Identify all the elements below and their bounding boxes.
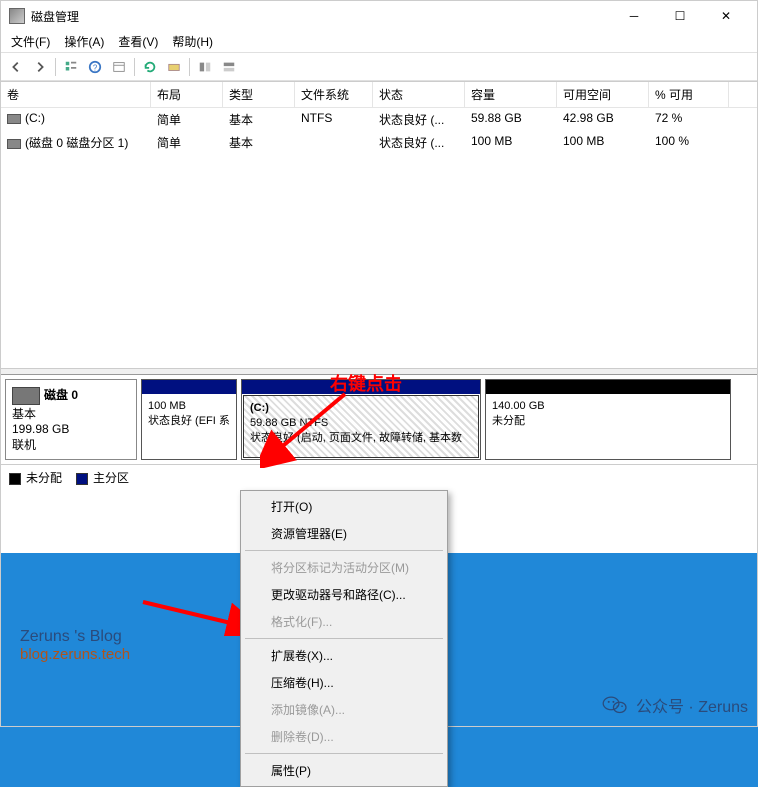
partition-header bbox=[242, 380, 480, 394]
cell-free: 100 MB bbox=[557, 132, 649, 153]
partition-status: 状态良好 (启动, 页面文件, 故障转储, 基本数 bbox=[250, 431, 472, 446]
legend: 未分配 主分区 bbox=[1, 464, 757, 490]
disk-size: 199.98 GB bbox=[12, 422, 130, 436]
toolbar: ? bbox=[1, 53, 757, 81]
legend-item: 未分配 bbox=[9, 469, 62, 486]
partition-size: 140.00 GB bbox=[492, 399, 724, 414]
volume-icon bbox=[7, 114, 21, 124]
cell-free: 42.98 GB bbox=[557, 109, 649, 130]
ctx-open[interactable]: 打开(O) bbox=[243, 493, 445, 520]
partition-header bbox=[142, 380, 236, 394]
cell-status: 状态良好 (... bbox=[373, 109, 465, 130]
nav-forward-button[interactable] bbox=[29, 56, 51, 78]
legend-item: 主分区 bbox=[76, 469, 129, 486]
nav-back-button[interactable] bbox=[5, 56, 27, 78]
disk-icon bbox=[12, 387, 40, 405]
cell-fs bbox=[295, 132, 373, 153]
cell-type: 基本 bbox=[223, 109, 295, 130]
toolbar-layout2-button[interactable] bbox=[218, 56, 240, 78]
legend-label: 主分区 bbox=[93, 471, 129, 485]
table-row[interactable]: (磁盘 0 磁盘分区 1) 简单 基本 状态良好 (... 100 MB 100… bbox=[1, 131, 757, 154]
toolbar-layout1-button[interactable] bbox=[194, 56, 216, 78]
cell-layout: 简单 bbox=[151, 109, 223, 130]
th-capacity[interactable]: 容量 bbox=[465, 82, 557, 107]
partition-header bbox=[486, 380, 730, 394]
ctx-add-mirror: 添加镜像(A)... bbox=[243, 696, 445, 723]
partition-body: 140.00 GB 未分配 bbox=[486, 394, 730, 459]
svg-text:?: ? bbox=[93, 63, 98, 72]
partition-status: 状态良好 (EFI 系 bbox=[148, 414, 230, 429]
ctx-format: 格式化(F)... bbox=[243, 608, 445, 635]
disk-name: 磁盘 0 bbox=[44, 388, 78, 402]
cell-name: (C:) bbox=[25, 111, 45, 125]
cell-pct: 72 % bbox=[649, 109, 729, 130]
partition-body: (C:) 59.88 GB NTFS 状态良好 (启动, 页面文件, 故障转储,… bbox=[243, 395, 479, 458]
th-pct[interactable]: % 可用 bbox=[649, 82, 729, 107]
ctx-mark-active: 将分区标记为活动分区(M) bbox=[243, 554, 445, 581]
legend-label: 未分配 bbox=[26, 471, 62, 485]
cell-fs: NTFS bbox=[295, 109, 373, 130]
th-free[interactable]: 可用空间 bbox=[557, 82, 649, 107]
partition-title: (C:) bbox=[250, 401, 472, 416]
toolbar-rescan-button[interactable] bbox=[163, 56, 185, 78]
volume-icon bbox=[7, 139, 21, 149]
cell-status: 状态良好 (... bbox=[373, 132, 465, 153]
window-title: 磁盘管理 bbox=[31, 8, 611, 25]
th-layout[interactable]: 布局 bbox=[151, 82, 223, 107]
table-row[interactable]: (C:) 简单 基本 NTFS 状态良好 (... 59.88 GB 42.98… bbox=[1, 108, 757, 131]
menu-view[interactable]: 查看(V) bbox=[112, 31, 164, 52]
th-status[interactable]: 状态 bbox=[373, 82, 465, 107]
cell-type: 基本 bbox=[223, 132, 295, 153]
window-controls: ─ ☐ ✕ bbox=[611, 1, 749, 31]
th-type[interactable]: 类型 bbox=[223, 82, 295, 107]
maximize-button[interactable]: ☐ bbox=[657, 1, 703, 31]
partition-size: 59.88 GB NTFS bbox=[250, 416, 472, 431]
partition-c[interactable]: (C:) 59.88 GB NTFS 状态良好 (启动, 页面文件, 故障转储,… bbox=[241, 379, 481, 460]
cell-capacity: 100 MB bbox=[465, 132, 557, 153]
disk-state: 联机 bbox=[12, 436, 130, 453]
menu-file[interactable]: 文件(F) bbox=[5, 31, 56, 52]
disk-info-panel[interactable]: 磁盘 0 基本 199.98 GB 联机 bbox=[5, 379, 137, 460]
menu-help[interactable]: 帮助(H) bbox=[166, 31, 219, 52]
cell-name: (磁盘 0 磁盘分区 1) bbox=[25, 136, 128, 150]
th-fs[interactable]: 文件系统 bbox=[295, 82, 373, 107]
close-button[interactable]: ✕ bbox=[703, 1, 749, 31]
toolbar-properties-button[interactable] bbox=[108, 56, 130, 78]
partition-unallocated[interactable]: 140.00 GB 未分配 bbox=[485, 379, 731, 460]
table-body[interactable]: (C:) 简单 基本 NTFS 状态良好 (... 59.88 GB 42.98… bbox=[1, 108, 757, 368]
toolbar-help-button[interactable]: ? bbox=[84, 56, 106, 78]
partition-size: 100 MB bbox=[148, 399, 230, 414]
ctx-explorer[interactable]: 资源管理器(E) bbox=[243, 520, 445, 547]
ctx-extend-volume[interactable]: 扩展卷(X)... bbox=[243, 642, 445, 669]
disk-layout-area: 磁盘 0 基本 199.98 GB 联机 100 MB 状态良好 (EFI 系 … bbox=[1, 374, 757, 464]
cell-capacity: 59.88 GB bbox=[465, 109, 557, 130]
menubar: 文件(F) 操作(A) 查看(V) 帮助(H) bbox=[1, 31, 757, 53]
legend-swatch-unallocated bbox=[9, 473, 21, 485]
volume-table: 卷 布局 类型 文件系统 状态 容量 可用空间 % 可用 (C:) 简单 基本 … bbox=[1, 81, 757, 368]
disk-type: 基本 bbox=[12, 405, 130, 422]
legend-swatch-primary bbox=[76, 473, 88, 485]
minimize-button[interactable]: ─ bbox=[611, 1, 657, 31]
cell-pct: 100 % bbox=[649, 132, 729, 153]
toolbar-view-button[interactable] bbox=[60, 56, 82, 78]
ctx-properties[interactable]: 属性(P) bbox=[243, 757, 445, 784]
partition-status: 未分配 bbox=[492, 414, 724, 429]
cell-layout: 简单 bbox=[151, 132, 223, 153]
titlebar: 磁盘管理 ─ ☐ ✕ bbox=[1, 1, 757, 31]
ctx-shrink-volume[interactable]: 压缩卷(H)... bbox=[243, 669, 445, 696]
toolbar-refresh-button[interactable] bbox=[139, 56, 161, 78]
partition-body: 100 MB 状态良好 (EFI 系 bbox=[142, 394, 236, 459]
partition-efi[interactable]: 100 MB 状态良好 (EFI 系 bbox=[141, 379, 237, 460]
ctx-delete-volume: 删除卷(D)... bbox=[243, 723, 445, 750]
table-header: 卷 布局 类型 文件系统 状态 容量 可用空间 % 可用 bbox=[1, 82, 757, 108]
menu-action[interactable]: 操作(A) bbox=[58, 31, 110, 52]
th-volume[interactable]: 卷 bbox=[1, 82, 151, 107]
ctx-change-drive-letter[interactable]: 更改驱动器号和路径(C)... bbox=[243, 581, 445, 608]
context-menu: 打开(O) 资源管理器(E) 将分区标记为活动分区(M) 更改驱动器号和路径(C… bbox=[240, 490, 448, 787]
app-icon bbox=[9, 8, 25, 24]
